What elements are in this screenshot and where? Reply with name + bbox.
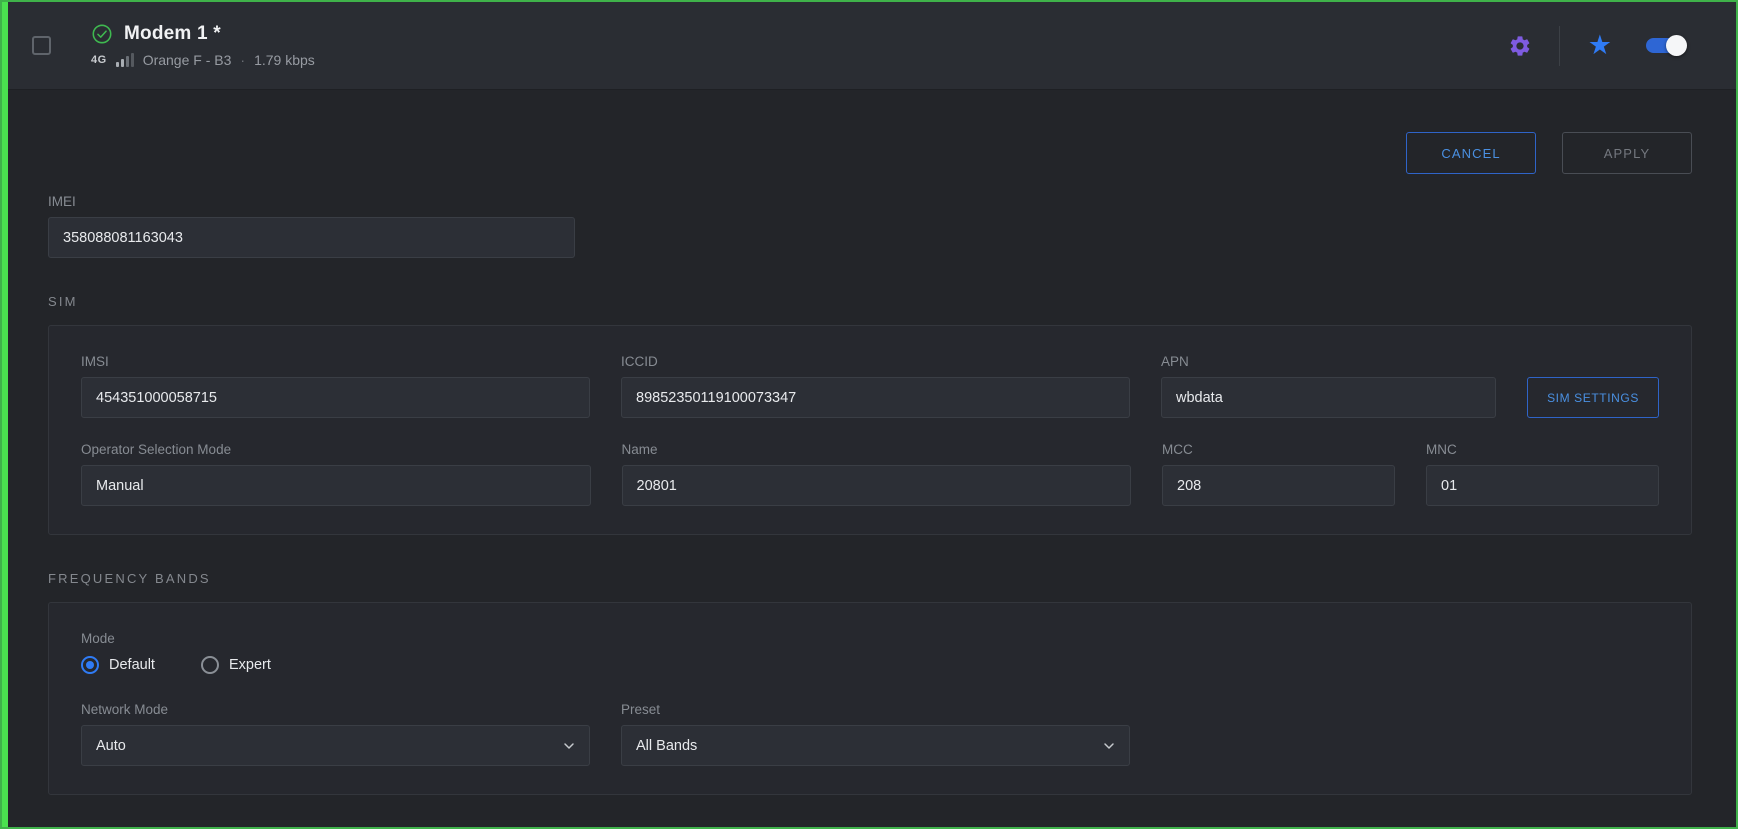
- iccid-input[interactable]: [621, 377, 1130, 418]
- favorite-star-icon[interactable]: ★: [1586, 32, 1614, 59]
- operator-selection-mode-field-group: Operator Selection Mode: [81, 442, 591, 506]
- selected-row-accent: [2, 2, 8, 827]
- apn-label: APN: [1161, 354, 1496, 369]
- sim-settings-slot: SIM SETTINGS: [1527, 354, 1659, 418]
- mnc-field-group: MNC: [1426, 442, 1659, 506]
- modem-config-body: CANCEL APPLY IMEI SIM IMSI ICCID: [8, 90, 1736, 795]
- imsi-field-group: IMSI: [81, 354, 590, 418]
- name-input[interactable]: [622, 465, 1132, 506]
- throughput-value: 1.79 kbps: [254, 52, 315, 68]
- sim-section-label: SIM: [48, 294, 1692, 309]
- network-mode-value: Auto: [96, 738, 126, 754]
- radio-default[interactable]: Default: [81, 656, 155, 674]
- operator-name: Orange F - B3: [143, 52, 232, 68]
- imsi-label: IMSI: [81, 354, 590, 369]
- mcc-label: MCC: [1162, 442, 1395, 457]
- mode-label: Mode: [81, 631, 1659, 646]
- modem-settings-button[interactable]: [1507, 33, 1533, 59]
- header-divider: [1559, 26, 1560, 66]
- sim-settings-button[interactable]: SIM SETTINGS: [1527, 377, 1659, 418]
- network-tech-label: 4G: [91, 54, 107, 66]
- apn-field-group: APN: [1161, 354, 1496, 418]
- radio-default-label: Default: [109, 657, 155, 673]
- imei-field-group: IMEI: [48, 194, 575, 258]
- iccid-label: ICCID: [621, 354, 1130, 369]
- cancel-button[interactable]: CANCEL: [1406, 132, 1536, 174]
- modem-header: Modem 1 * 4G Orange F - B3 · 1.79 kbps: [8, 2, 1736, 90]
- operator-selection-mode-input[interactable]: [81, 465, 591, 506]
- frequency-bands-panel: Mode Default Expert Networ: [48, 602, 1692, 795]
- network-mode-select[interactable]: Auto: [81, 725, 590, 766]
- sim-panel: IMSI ICCID APN SIM SETTINGS: [48, 325, 1692, 535]
- preset-value: All Bands: [636, 738, 697, 754]
- status-ok-icon: [91, 23, 113, 45]
- imei-label: IMEI: [48, 194, 575, 209]
- separator-dot: ·: [240, 52, 245, 68]
- modem-settings-window: Modem 1 * 4G Orange F - B3 · 1.79 kbps: [0, 0, 1738, 829]
- iccid-field-group: ICCID: [621, 354, 1130, 418]
- mcc-input[interactable]: [1162, 465, 1395, 506]
- apn-input[interactable]: [1161, 377, 1496, 418]
- radio-expert[interactable]: Expert: [201, 656, 271, 674]
- modem-title-block: Modem 1 * 4G Orange F - B3 · 1.79 kbps: [91, 23, 315, 68]
- mode-group: Mode Default Expert: [81, 631, 1659, 674]
- mnc-label: MNC: [1426, 442, 1659, 457]
- imei-input[interactable]: [48, 217, 575, 258]
- frequency-bands-section-label: FREQUENCY BANDS: [48, 571, 1692, 586]
- modem-enable-toggle[interactable]: [1646, 38, 1684, 53]
- name-label: Name: [622, 442, 1132, 457]
- modem-title: Modem 1 *: [124, 23, 221, 45]
- preset-select[interactable]: All Bands: [621, 725, 1130, 766]
- form-actions: CANCEL APPLY: [48, 132, 1692, 174]
- modem-select-checkbox[interactable]: [32, 36, 51, 55]
- preset-label: Preset: [621, 702, 1130, 717]
- toggle-knob: [1666, 35, 1687, 56]
- mcc-field-group: MCC: [1162, 442, 1395, 506]
- network-mode-label: Network Mode: [81, 702, 590, 717]
- network-mode-field-group: Network Mode Auto: [81, 702, 590, 766]
- mnc-input[interactable]: [1426, 465, 1659, 506]
- radio-default-circle-icon: [81, 656, 99, 674]
- operator-selection-mode-label: Operator Selection Mode: [81, 442, 591, 457]
- signal-strength-icon: [116, 53, 134, 67]
- chevron-down-icon: [1101, 738, 1117, 754]
- apply-button[interactable]: APPLY: [1562, 132, 1692, 174]
- preset-field-group: Preset All Bands: [621, 702, 1130, 766]
- chevron-down-icon: [561, 738, 577, 754]
- name-field-group: Name: [622, 442, 1132, 506]
- imsi-input[interactable]: [81, 377, 590, 418]
- radio-expert-label: Expert: [229, 657, 271, 673]
- radio-expert-circle-icon: [201, 656, 219, 674]
- gear-icon: [1508, 34, 1532, 58]
